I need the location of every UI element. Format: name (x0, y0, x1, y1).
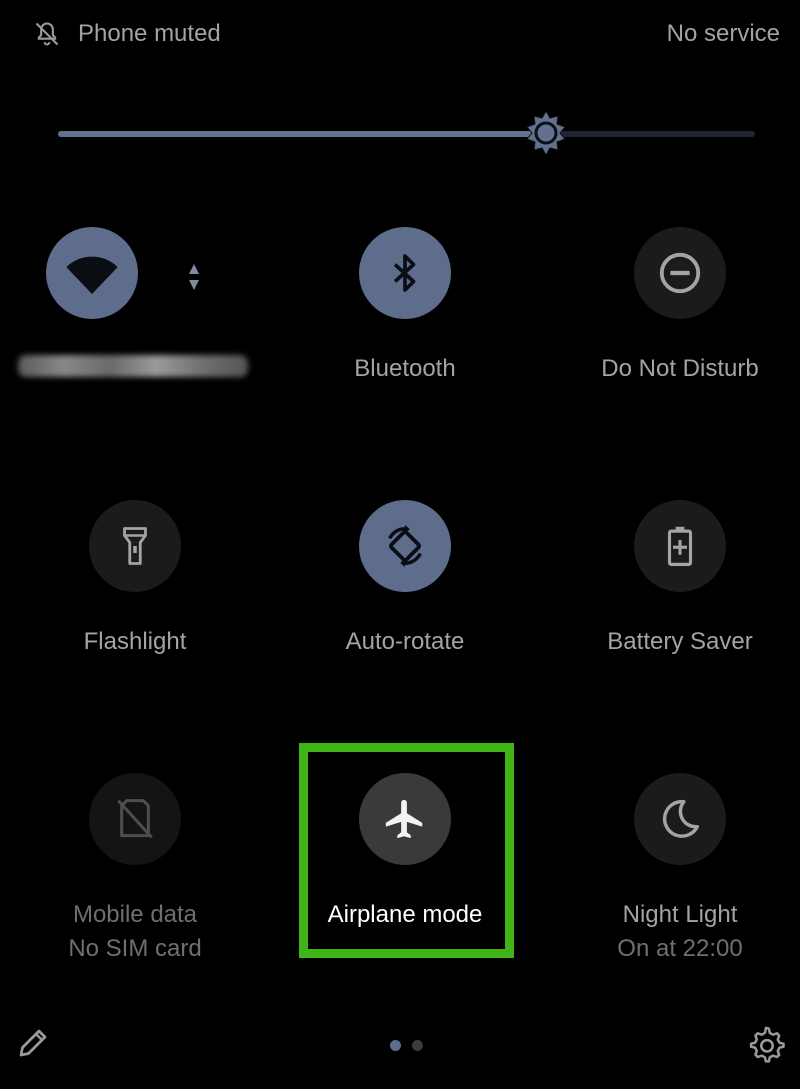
brightness-track-fill (58, 131, 546, 137)
highlight-box (299, 743, 514, 958)
mobile-data-off-icon (117, 799, 153, 839)
brightness-icon[interactable] (523, 110, 569, 156)
tile-battery-saver[interactable]: Battery Saver (545, 500, 800, 750)
moon-icon (662, 799, 699, 838)
mobile-data-toggle[interactable] (89, 773, 181, 865)
tile-do-not-disturb[interactable]: Do Not Disturb (545, 227, 800, 477)
wifi-network-name-redacted (18, 355, 248, 377)
tile-label-dnd: Do Not Disturb (601, 355, 759, 382)
flashlight-icon (123, 527, 147, 565)
status-text-service: No service (666, 20, 780, 47)
tile-flashlight[interactable]: Flashlight (0, 500, 270, 750)
flashlight-toggle[interactable] (89, 500, 181, 592)
tile-auto-rotate[interactable]: Auto-rotate (270, 500, 540, 750)
tile-sublabel-night-light: On at 22:00 (617, 935, 743, 962)
tile-wifi[interactable] (0, 227, 270, 477)
battery-saver-toggle[interactable] (634, 500, 726, 592)
tile-bluetooth[interactable]: Bluetooth (270, 227, 540, 477)
brightness-slider[interactable] (58, 110, 755, 156)
tile-sublabel-mobile-data: No SIM card (68, 935, 202, 962)
tile-label-flashlight: Flashlight (83, 628, 187, 655)
page-indicator (390, 1040, 430, 1052)
page-dot-active (390, 1040, 401, 1051)
tile-label-auto-rotate: Auto-rotate (345, 628, 465, 655)
wifi-activity-icon (189, 264, 199, 290)
wifi-icon (66, 256, 118, 294)
bluetooth-toggle[interactable] (359, 227, 451, 319)
tile-night-light[interactable]: Night Light On at 22:00 (545, 773, 800, 1023)
do-not-disturb-icon (659, 252, 701, 294)
status-bar: Phone muted No service (0, 0, 800, 70)
do-not-disturb-toggle[interactable] (634, 227, 726, 319)
wifi-toggle[interactable] (46, 227, 138, 319)
battery-saver-icon (667, 526, 693, 566)
tile-label-mobile-data: Mobile data (72, 901, 198, 928)
gear-icon[interactable] (748, 1026, 786, 1064)
pencil-icon[interactable] (15, 1025, 51, 1061)
bell-off-icon (35, 22, 59, 46)
quick-settings-footer (0, 1010, 800, 1089)
tile-mobile-data[interactable]: Mobile data No SIM card (0, 773, 270, 1023)
bluetooth-icon (393, 254, 416, 292)
auto-rotate-toggle[interactable] (359, 500, 451, 592)
night-light-toggle[interactable] (634, 773, 726, 865)
tile-label-night-light: Night Light (622, 901, 738, 928)
tile-label-battery-saver: Battery Saver (607, 628, 753, 655)
page-dot (412, 1040, 423, 1051)
auto-rotate-icon (388, 524, 422, 568)
tile-label-bluetooth: Bluetooth (354, 355, 456, 382)
status-text-muted: Phone muted (78, 20, 221, 47)
